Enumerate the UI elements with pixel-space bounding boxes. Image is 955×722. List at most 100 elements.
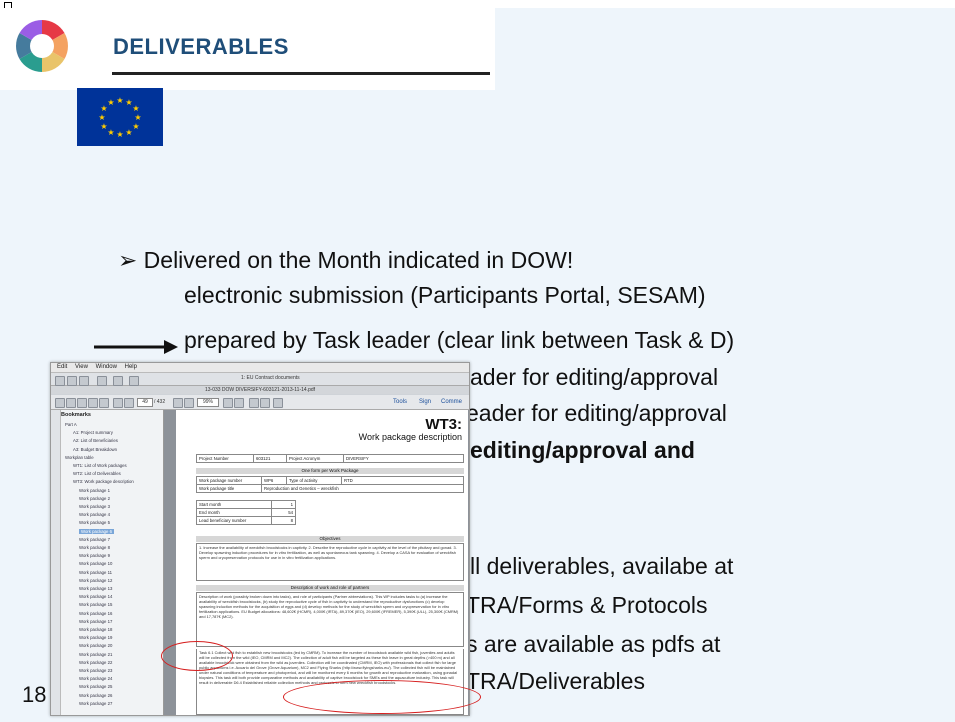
menu-window[interactable]: Window bbox=[96, 363, 117, 372]
lead-label: Lead beneficiary number bbox=[196, 516, 272, 525]
bookmark-item[interactable]: Work package 21 bbox=[79, 652, 112, 657]
wp-table: Work package number WP6 Type of activity… bbox=[196, 476, 464, 493]
menu-help[interactable]: Help bbox=[125, 363, 137, 372]
menu-bar: Edit View Window Help bbox=[51, 363, 469, 373]
bookmark-item[interactable]: Work package 13 bbox=[79, 586, 112, 591]
prev-page-icon[interactable] bbox=[113, 398, 123, 408]
pdf-title-bar: 13-033 DOW DIVERSIFY-603121-2013-11-14.p… bbox=[51, 386, 469, 394]
bullet-line-2: electronic submission (Participants Port… bbox=[184, 282, 706, 308]
email-icon[interactable] bbox=[99, 398, 109, 408]
project-number: 603121 bbox=[253, 454, 287, 463]
next-page-icon[interactable] bbox=[124, 398, 134, 408]
share-button[interactable] bbox=[113, 376, 123, 386]
action-button[interactable] bbox=[97, 376, 107, 386]
menu-edit[interactable]: Edit bbox=[57, 363, 67, 372]
bookmark-item[interactable]: Work package 3 bbox=[79, 504, 110, 509]
save-icon[interactable] bbox=[77, 398, 87, 408]
bookmark-item[interactable]: WT3: Work package description bbox=[73, 479, 134, 484]
bookmark-item[interactable]: Work package 11 bbox=[79, 570, 112, 575]
bookmark-item[interactable]: Workplan table bbox=[65, 455, 94, 460]
arrow-icon bbox=[94, 340, 178, 354]
bullet-line-10: TRA/Deliverables bbox=[466, 668, 645, 694]
bookmark-item[interactable]: Work package 1 bbox=[79, 488, 110, 493]
column-view-button[interactable] bbox=[79, 376, 89, 386]
open-icon[interactable] bbox=[66, 398, 76, 408]
bullet-line-9: s are available as pdfs at bbox=[466, 631, 721, 657]
bookmark-item[interactable]: Work package 7 bbox=[79, 537, 110, 542]
tools-button[interactable]: Tools bbox=[393, 399, 407, 405]
bookmark-item[interactable]: Work package 26 bbox=[79, 693, 112, 698]
bookmark-item[interactable]: Work package 2 bbox=[79, 496, 110, 501]
bookmark-item[interactable]: WT1: List of Work packages bbox=[73, 463, 127, 468]
objectives-header: Objectives bbox=[196, 536, 464, 542]
print-icon[interactable] bbox=[88, 398, 98, 408]
pdf-reader-screenshot: Edit View Window Help 1: EU Contract doc… bbox=[50, 362, 470, 716]
sign-button[interactable]: Sign bbox=[419, 399, 431, 405]
highlight-ellipse-task bbox=[161, 641, 233, 671]
activity: RTD bbox=[341, 476, 464, 485]
bookmark-item[interactable]: Work package 16 bbox=[79, 611, 112, 616]
page-total: / 432 bbox=[154, 399, 166, 405]
bookmark-item[interactable]: Work package 22 bbox=[79, 660, 112, 665]
bookmark-item[interactable]: Work package 17 bbox=[79, 619, 112, 624]
arrange-button[interactable] bbox=[129, 376, 139, 386]
bookmark-item[interactable]: Work package 9 bbox=[79, 553, 110, 558]
bookmark-item[interactable]: A2: List of Beneficiaries bbox=[73, 438, 118, 443]
bookmark-item[interactable]: Work package 20 bbox=[79, 643, 112, 648]
bookmark-item[interactable]: Work package 24 bbox=[79, 676, 112, 681]
bookmark-item[interactable]: Work package 5 bbox=[79, 520, 110, 525]
doc-subheading: Work package description bbox=[358, 432, 462, 442]
menu-view[interactable]: View bbox=[75, 363, 88, 372]
wp-title-label: Work package title bbox=[196, 484, 262, 493]
fit-width-icon[interactable] bbox=[234, 398, 244, 408]
bookmark-item[interactable]: Work package 27 bbox=[79, 701, 112, 706]
view-icon-button[interactable] bbox=[55, 376, 65, 386]
wp-title: Reproduction and Genetics – wreckfish bbox=[261, 484, 464, 493]
zoom-out-icon[interactable] bbox=[173, 398, 183, 408]
bullet-line-8: TRA/Forms & Protocols bbox=[466, 592, 708, 618]
bullet-line-6: editing/approval and bbox=[470, 437, 695, 463]
bullet-line-1: ➢ Delivered on the Month indicated in DO… bbox=[118, 247, 574, 273]
tab-title: 1: EU Contract documents bbox=[241, 375, 300, 381]
highlight-icon[interactable] bbox=[260, 398, 270, 408]
project-acronym: DIVERSIFY bbox=[343, 454, 464, 463]
bookmark-item[interactable]: Work package 25 bbox=[79, 684, 112, 689]
project-table: Project Number 603121 Project Acronym DI… bbox=[196, 454, 464, 463]
project-number-label: Project Number bbox=[196, 454, 254, 463]
list-view-button[interactable] bbox=[67, 376, 77, 386]
bullet-line-4: ader for editing/approval bbox=[470, 364, 719, 390]
expand-icon[interactable] bbox=[273, 398, 283, 408]
zoom-in-icon[interactable] bbox=[184, 398, 194, 408]
bookmark-item[interactable]: Work package 14 bbox=[79, 594, 112, 599]
comment-button[interactable]: Comme bbox=[441, 399, 462, 405]
zoom-select[interactable]: 99% bbox=[197, 398, 219, 407]
bullet-line-3: prepared by Task leader (clear link betw… bbox=[184, 327, 735, 353]
description-text: Description of work (possibly broken dow… bbox=[196, 592, 464, 647]
create-icon[interactable] bbox=[55, 398, 65, 408]
sidebar-tabs[interactable] bbox=[51, 410, 61, 715]
bookmark-item[interactable]: Work package 6 bbox=[79, 528, 114, 534]
bookmark-item[interactable]: WT2: List of Deliverables bbox=[73, 471, 121, 476]
bookmark-item[interactable]: Work package 19 bbox=[79, 635, 112, 640]
bookmark-item[interactable]: Work package 12 bbox=[79, 578, 112, 583]
bookmark-item[interactable]: A3: Budget Breakdown bbox=[73, 447, 117, 452]
bookmark-item[interactable]: Work package 8 bbox=[79, 545, 110, 550]
bookmark-item[interactable]: Work package 23 bbox=[79, 668, 112, 673]
bookmark-item[interactable]: Work package 4 bbox=[79, 512, 110, 517]
highlight-ellipse-deliverable bbox=[283, 680, 481, 714]
months-table: Start month 1 End month 54 Lead beneficiar… bbox=[196, 500, 296, 525]
page-number-input[interactable]: 49 bbox=[137, 398, 153, 407]
bookmark-item[interactable]: Part A bbox=[65, 422, 77, 427]
bookmark-item[interactable]: A1: Project summary bbox=[73, 430, 113, 435]
end-label: End month bbox=[196, 508, 272, 517]
bookmark-item[interactable]: Work package 18 bbox=[79, 627, 112, 632]
project-acronym-label: Project Acronym bbox=[286, 454, 344, 463]
fit-page-icon[interactable] bbox=[223, 398, 233, 408]
bookmark-item[interactable]: Work package 10 bbox=[79, 561, 112, 566]
bookmarks-header: Bookmarks bbox=[61, 412, 91, 418]
finder-toolbar: 1: EU Contract documents bbox=[51, 373, 469, 386]
start-value: 1 bbox=[271, 500, 296, 509]
bookmarks-sidebar: Bookmarks Part A A1: Project summary A2: L… bbox=[51, 410, 164, 715]
comment-icon[interactable] bbox=[249, 398, 259, 408]
bookmark-item[interactable]: Work package 15 bbox=[79, 602, 112, 607]
